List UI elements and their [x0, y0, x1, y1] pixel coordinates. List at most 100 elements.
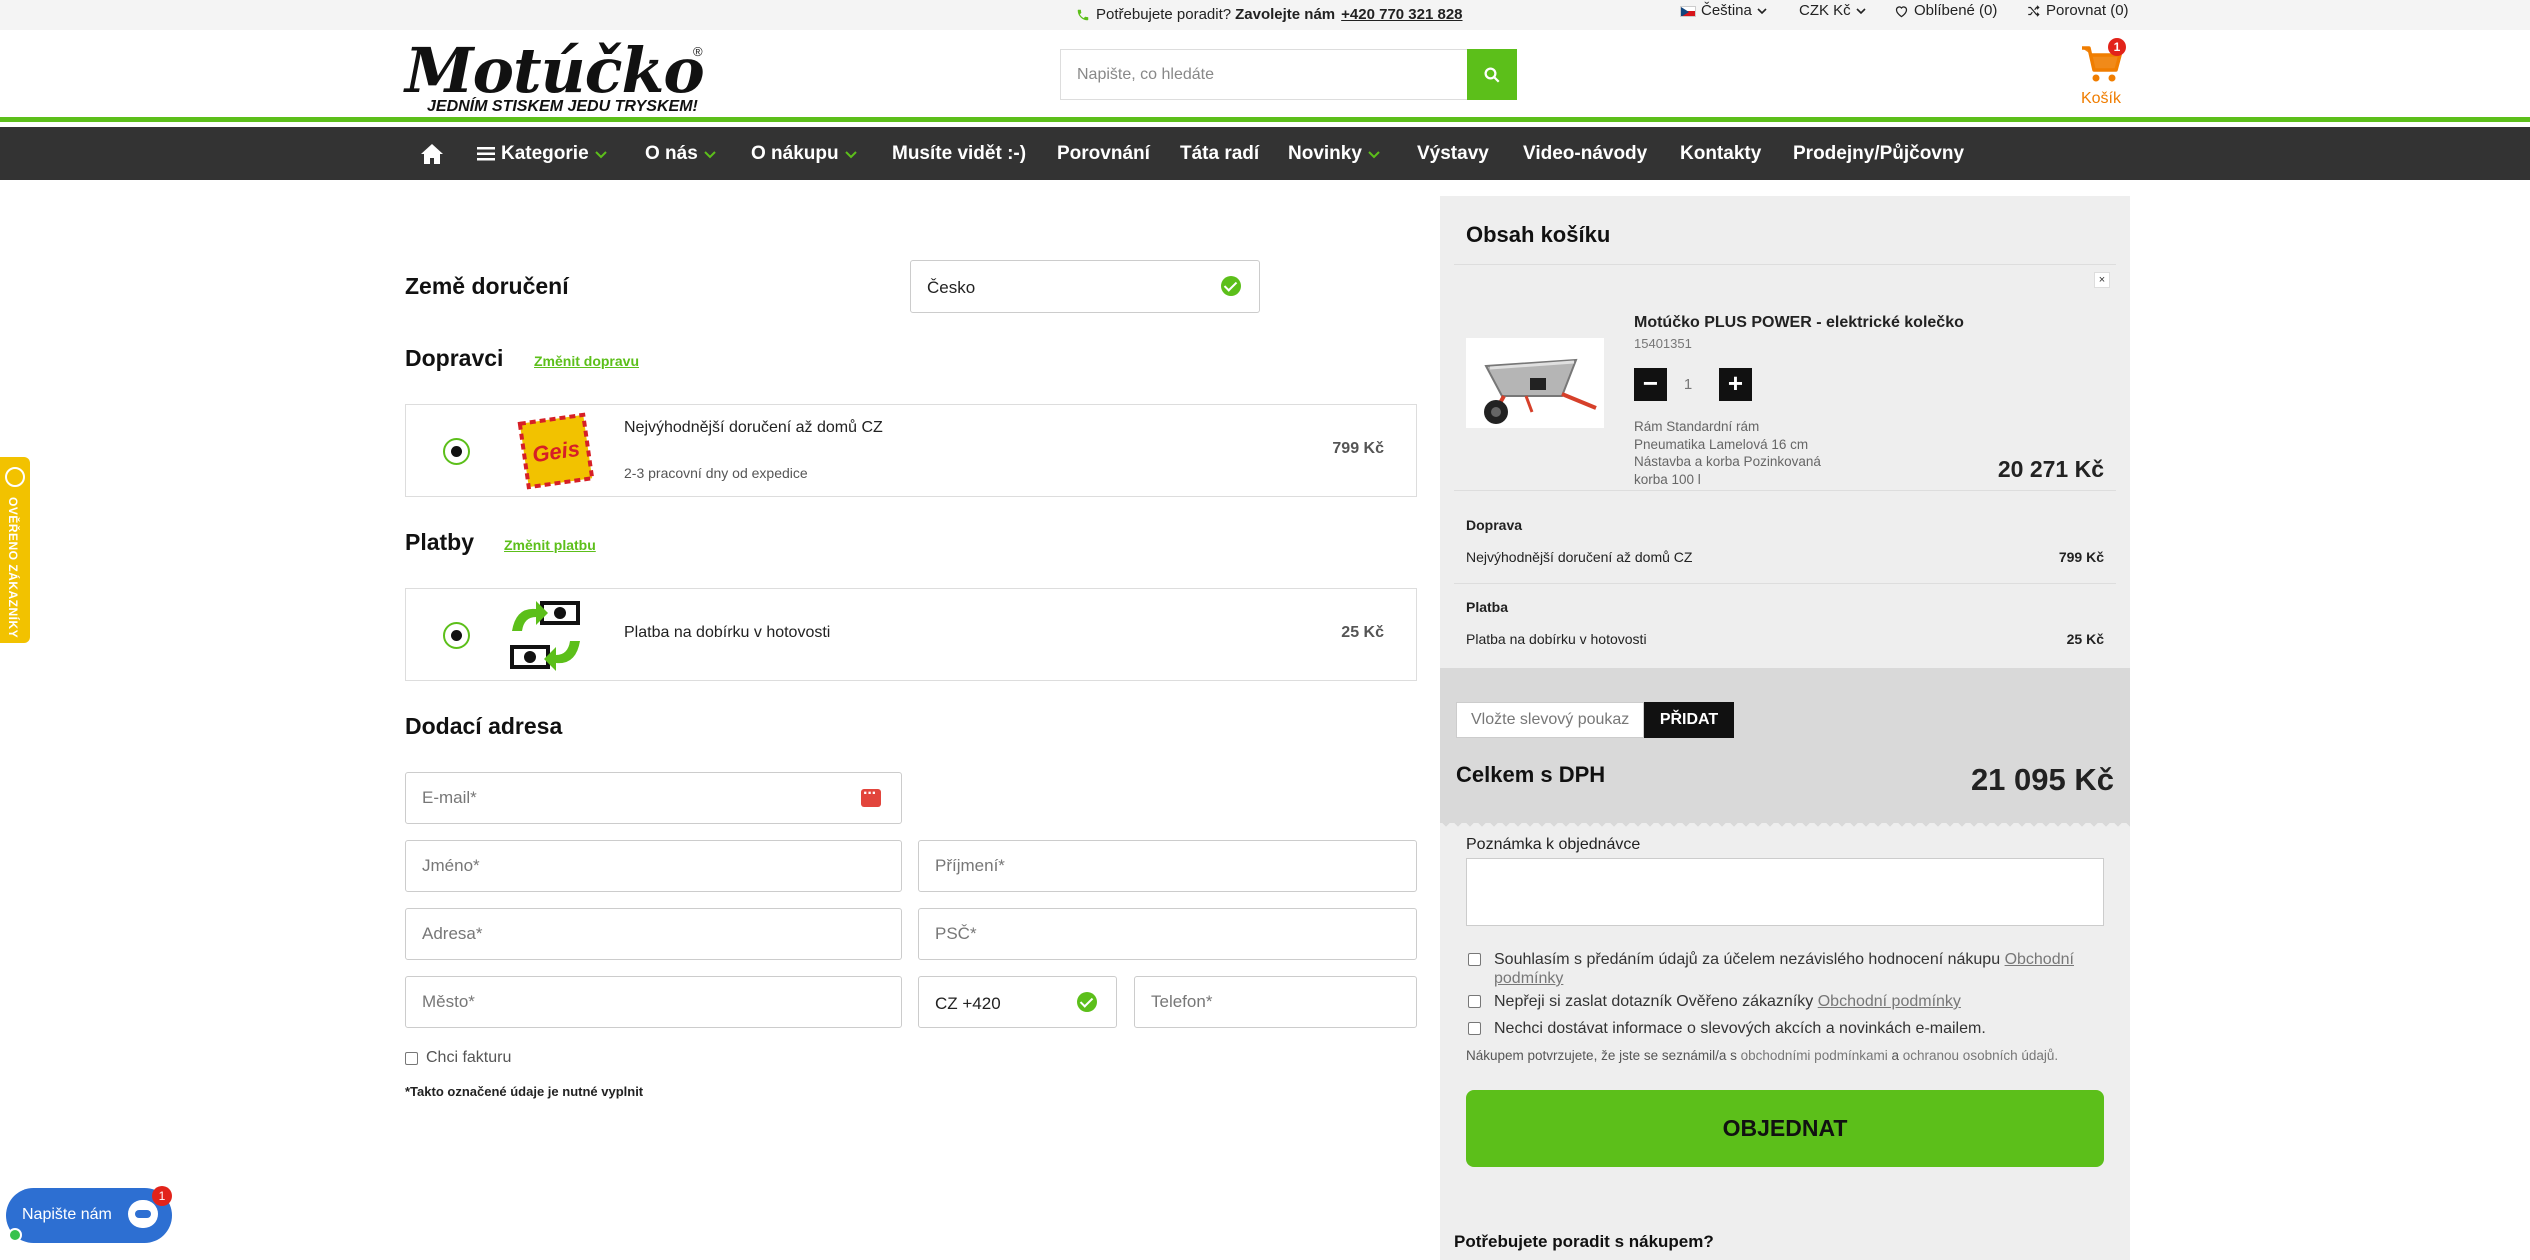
address-title: Dodací adresa: [405, 713, 563, 739]
nav-label: O nákupu: [751, 143, 839, 164]
cart-label: Košík: [2080, 90, 2121, 107]
currency-label: CZK Kč: [1799, 2, 1851, 19]
nav-item-porovnani[interactable]: Porovnání: [1057, 127, 1150, 180]
country-select[interactable]: Česko: [910, 260, 1260, 313]
country-value: Česko: [927, 278, 976, 297]
carrier-radio[interactable]: [443, 438, 470, 465]
product-attributes: Rám Standardní rám Pneumatika Lamelová 1…: [1634, 418, 1854, 488]
nav-item-video-navody[interactable]: Video-návody: [1523, 127, 1647, 180]
payment-summary-price: 25 Kč: [2066, 631, 2104, 647]
order-note-textarea[interactable]: [1466, 858, 2104, 926]
voucher-input[interactable]: [1457, 703, 1643, 737]
consent-rating-row[interactable]: Souhlasím s předáním údajů za účelem nez…: [1468, 950, 2108, 988]
country-title: Země doručení: [405, 273, 569, 299]
password-manager-icon[interactable]: [861, 785, 881, 807]
favorites-link[interactable]: Oblíbené (0): [1894, 0, 1997, 22]
phone-input[interactable]: [1135, 977, 1416, 1027]
zip-input[interactable]: [919, 909, 1416, 959]
first-name-field[interactable]: [405, 840, 902, 892]
last-name-input[interactable]: [919, 841, 1416, 891]
product-image[interactable]: [1466, 338, 1604, 428]
zip-field[interactable]: [918, 908, 1417, 960]
add-voucher-button[interactable]: PŘIDAT: [1644, 702, 1734, 738]
verified-label: OVĚŘENO ZÁKAZNÍKY: [6, 497, 20, 639]
nav-item-vystavy[interactable]: Výstavy: [1417, 127, 1489, 180]
terms-link[interactable]: obchodními podmínkami: [1741, 1048, 1888, 1063]
chat-widget-button[interactable]: Napište nám 1: [6, 1186, 172, 1243]
compare-label: Porovnat (0): [2046, 2, 2129, 19]
carrier-option[interactable]: Geis Nejvýhodnější doručení až domů CZ 2…: [405, 404, 1417, 497]
verified-customers-tab[interactable]: OVĚŘENO ZÁKAZNÍKY: [0, 457, 30, 643]
last-name-field[interactable]: [918, 840, 1417, 892]
invoice-label: Chci fakturu: [426, 1049, 512, 1066]
consent-newsletter-checkbox[interactable]: [1468, 1022, 1481, 1035]
first-name-input[interactable]: [406, 841, 901, 891]
menu-icon: [477, 146, 495, 160]
product-name[interactable]: Motúčko PLUS POWER - elektrické kolečko: [1634, 314, 1964, 332]
product-price: 20 271 Kč: [1997, 456, 2104, 482]
invoice-checkbox-row[interactable]: Chci fakturu: [405, 1049, 511, 1067]
nav-item-kontakty[interactable]: Kontakty: [1680, 127, 1761, 180]
consent-survey-row[interactable]: Nepřeji si zaslat dotazník Ověřeno zákaz…: [1468, 992, 2108, 1011]
payment-radio[interactable]: [443, 622, 470, 649]
nav-item-prodejny[interactable]: Prodejny/Půjčovny: [1793, 127, 1964, 180]
nav-item-o-nas[interactable]: O nás: [645, 127, 716, 180]
qty-minus-button[interactable]: −: [1634, 368, 1667, 401]
change-payment-link[interactable]: Změnit platbu: [504, 537, 596, 553]
privacy-link[interactable]: ochranou osobních údajů.: [1903, 1048, 2058, 1063]
address-input[interactable]: [406, 909, 901, 959]
carriers-title: Dopravci: [405, 345, 504, 371]
carrier-sub: 2-3 pracovní dny od expedice: [624, 465, 808, 481]
confirm-pre: Nákupem potvrzujete, že jste se seznámil…: [1466, 1048, 1737, 1063]
help-prefix: Potřebujete poradit?: [1096, 6, 1232, 23]
heart-icon: [1895, 6, 1908, 18]
qty-input[interactable]: 1: [1667, 368, 1709, 401]
chat-label: Napište nám: [22, 1206, 112, 1223]
czech-flag-icon: [1680, 5, 1696, 17]
cart-count-badge: 1: [2108, 38, 2126, 56]
phone-prefix-value: CZ +420: [935, 994, 1001, 1013]
nav-label: Kontakty: [1680, 143, 1762, 164]
nav-item-musite-videt[interactable]: Musíte vidět :-): [892, 127, 1026, 180]
nav-item-kategorie[interactable]: Kategorie: [477, 127, 607, 180]
currency-switch[interactable]: CZK Kč: [1799, 0, 1866, 22]
voucher-field[interactable]: [1456, 702, 1644, 738]
nav-item-tata-radi[interactable]: Táta radí: [1180, 127, 1259, 180]
consent-survey-checkbox[interactable]: [1468, 995, 1481, 1008]
nav-home[interactable]: [420, 127, 444, 180]
search-input[interactable]: [1061, 50, 1461, 99]
email-field[interactable]: [405, 772, 902, 824]
city-input[interactable]: [406, 977, 901, 1027]
compare-link[interactable]: Porovnat (0): [2026, 0, 2129, 22]
site-logo[interactable]: Motúčko ® JEDNÍM STISKEM JEDU TRYSKEM!: [405, 40, 705, 116]
consent-rating-checkbox[interactable]: [1468, 953, 1481, 966]
help-phone-link[interactable]: +420 770 321 828: [1341, 4, 1462, 26]
payment-option[interactable]: Platba na dobírku v hotovosti 25 Kč: [405, 588, 1417, 681]
consent-newsletter-row[interactable]: Nechci dostávat informace o slevových ak…: [1468, 1019, 2108, 1038]
phone-field[interactable]: [1134, 976, 1417, 1028]
chevron-down-icon: [1856, 8, 1866, 15]
payments-title: Platby: [405, 529, 475, 555]
email-input[interactable]: [406, 773, 901, 823]
consent-newsletter-text: Nechci dostávat informace o slevových ak…: [1494, 1020, 1986, 1037]
search-button[interactable]: [1467, 49, 1517, 100]
payment-price: 25 Kč: [1341, 624, 1384, 641]
nav-label: Táta radí: [1180, 143, 1260, 164]
terms-link[interactable]: Obchodní podmínky: [1818, 993, 1961, 1010]
address-field[interactable]: [405, 908, 902, 960]
change-carrier-link[interactable]: Změnit dopravu: [534, 353, 639, 369]
product-attribute: Rám Standardní rám: [1634, 419, 1760, 434]
language-switch[interactable]: Čeština: [1680, 0, 1767, 22]
place-order-button[interactable]: OBJEDNAT: [1466, 1090, 2104, 1167]
city-field[interactable]: [405, 976, 902, 1028]
nav-item-o-nakupu[interactable]: O nákupu: [751, 127, 857, 180]
cart-link[interactable]: 1 Košík: [2078, 38, 2126, 108]
nav-item-novinky[interactable]: Novinky: [1288, 127, 1380, 180]
payment-line: Platba na dobírku v hotovosti: [1466, 631, 1647, 647]
invoice-checkbox[interactable]: [405, 1051, 418, 1065]
remove-item-button[interactable]: ×: [2094, 272, 2110, 288]
product-code: 15401351: [1634, 336, 1692, 351]
qty-plus-button[interactable]: +: [1719, 368, 1752, 401]
check-icon: [1221, 276, 1241, 296]
phone-prefix-select[interactable]: CZ +420: [918, 976, 1117, 1028]
